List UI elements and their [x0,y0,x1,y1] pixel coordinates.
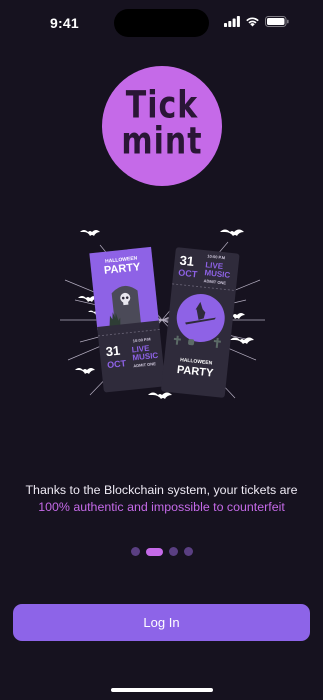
page-dot-1[interactable] [130,547,140,556]
cellular-signal-icon [224,16,240,27]
page-indicator [0,547,323,556]
page-dot-3[interactable] [168,547,178,556]
logo-wordmark-line2: mint [121,119,203,164]
ticket-left-day: 31 [105,343,121,359]
onboarding-description: Thanks to the Blockchain system, your ti… [12,482,311,516]
home-indicator[interactable] [111,688,213,692]
ticket-right-day: 31 [179,253,195,269]
onboarding-line2-highlight: 100% authentic and impossible to counter… [38,500,285,514]
status-icons [224,16,289,27]
dynamic-island [114,9,209,37]
status-time: 9:41 [50,15,79,31]
onboarding-line1: Thanks to the Blockchain system, your ti… [25,483,298,497]
ticket-left-month: OCT [107,358,127,370]
tickmint-logo: Tick mint [102,66,222,186]
halloween-tickets-illustration: HALLOWEEN PARTY 31 OCT 10:00 P.M LIVE MU… [60,220,265,420]
page-dot-4[interactable] [183,547,193,556]
wifi-icon [246,17,259,27]
ticket-right-month: OCT [178,267,198,279]
ticket-left: HALLOWEEN PARTY 31 OCT 10:00 P.M LIVE MU… [89,246,166,393]
battery-icon [265,16,289,27]
status-bar: 9:41 [0,0,323,46]
ticket-right: 31 OCT 10:00 P.M LIVE MUSIC ADMIT ONE HA… [161,247,240,398]
login-button[interactable]: Log In [13,604,310,641]
illustration-svg: HALLOWEEN PARTY 31 OCT 10:00 P.M LIVE MU… [60,229,265,399]
page-dot-2-active[interactable] [145,547,163,556]
